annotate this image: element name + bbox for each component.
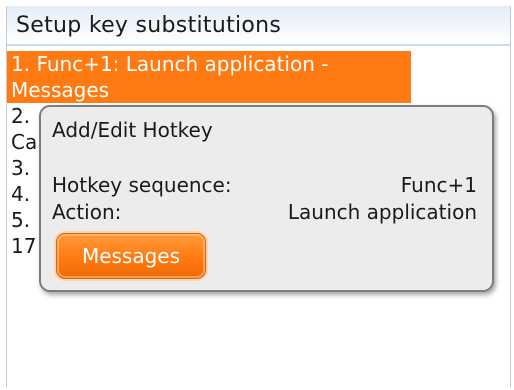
title-bar: Setup key substitutions (7, 6, 510, 46)
list-item-selected-line2[interactable]: Messages (7, 77, 411, 103)
dialog-title: Add/Edit Hotkey (52, 118, 213, 142)
hotkey-sequence-label: Hotkey sequence: (52, 173, 232, 197)
action-label: Action: (52, 200, 122, 224)
list-item-selected-line1[interactable]: 1. Func+1: Launch application - (7, 51, 411, 77)
messages-button[interactable]: Messages (56, 233, 206, 279)
screen-title: Setup key substitutions (16, 13, 282, 38)
hotkey-sequence-row: Hotkey sequence: Func+1 (52, 173, 477, 197)
screen: Setup key substitutions 1. Func+1: Launc… (6, 6, 511, 387)
action-value[interactable]: Launch application (288, 200, 477, 224)
hotkey-sequence-value[interactable]: Func+1 (401, 173, 477, 197)
add-edit-hotkey-dialog: Add/Edit Hotkey Hotkey sequence: Func+1 … (39, 105, 494, 292)
action-row: Action: Launch application (52, 200, 477, 224)
